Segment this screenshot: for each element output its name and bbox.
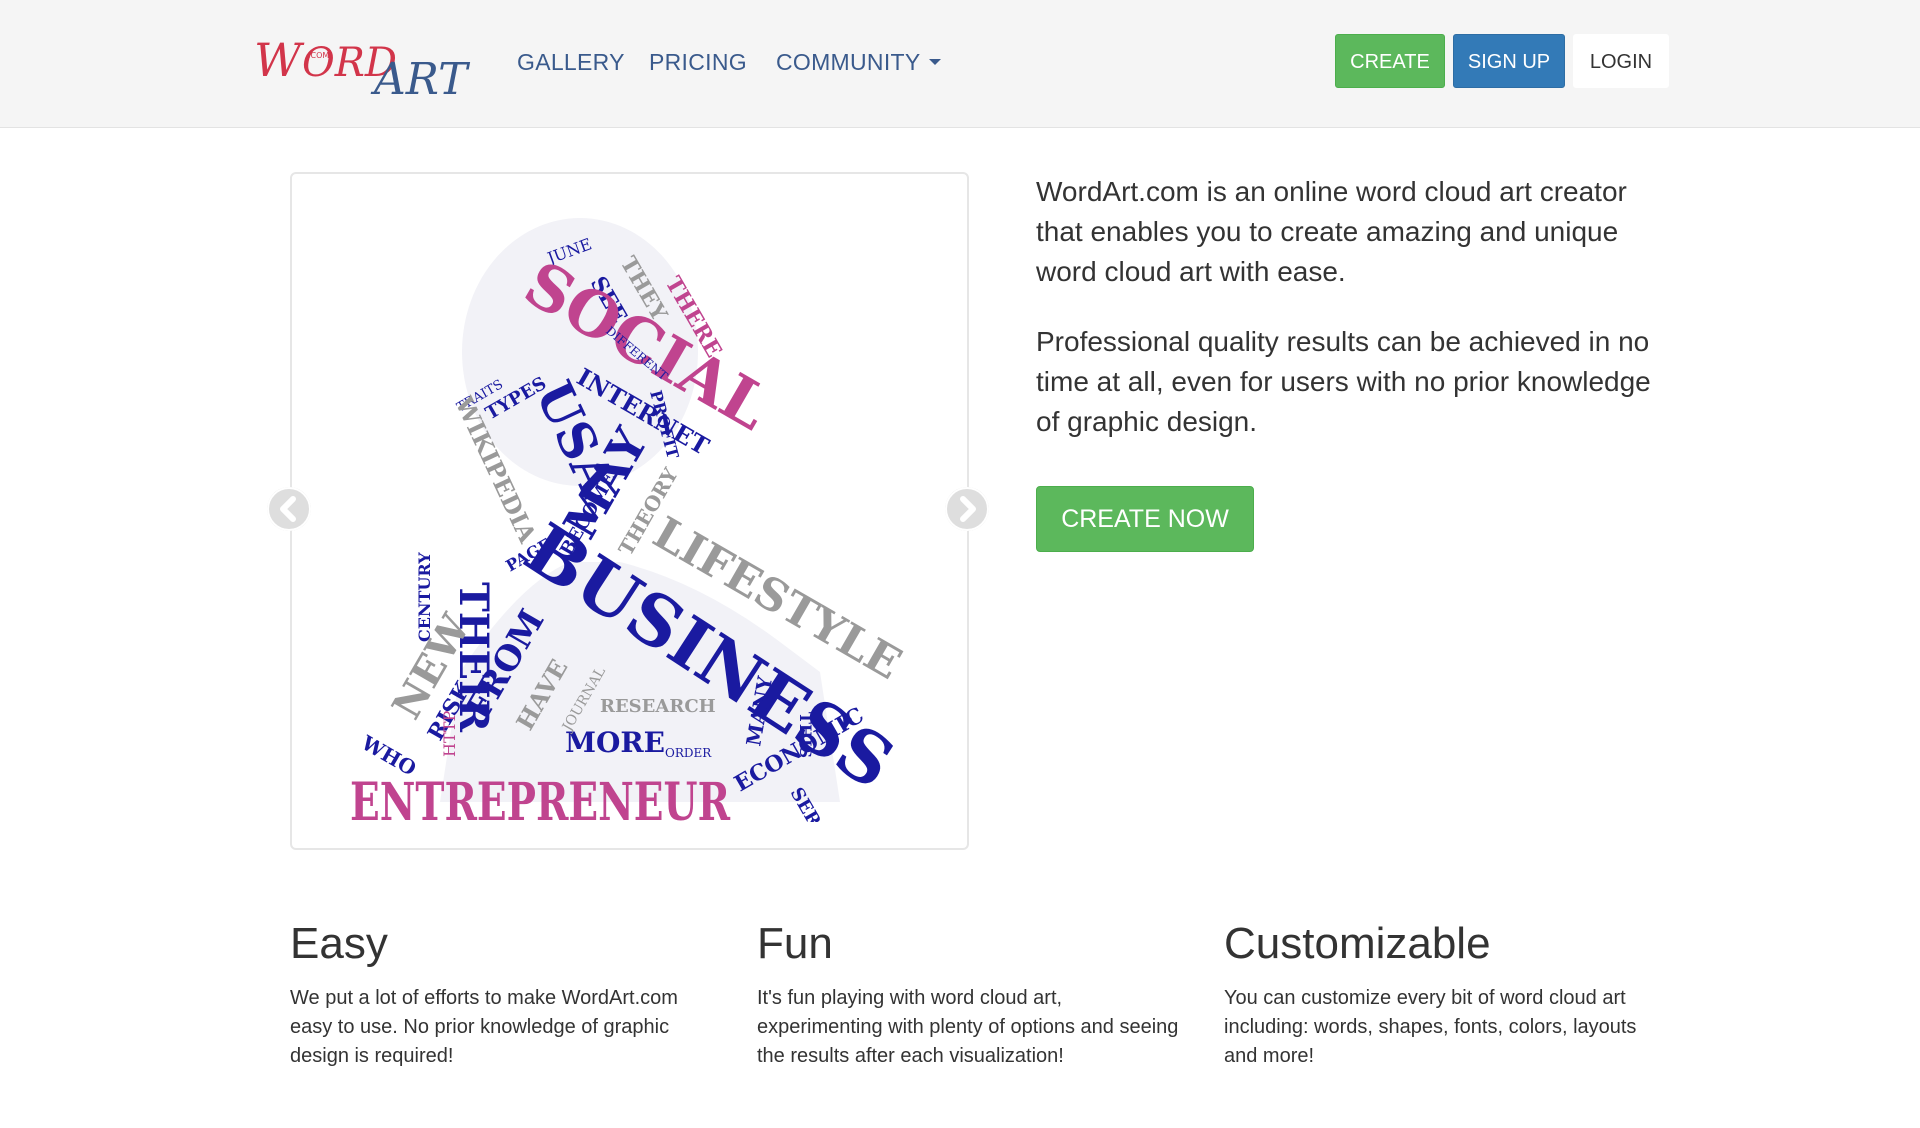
login-button[interactable]: LOGIN <box>1573 34 1669 88</box>
chevron-right-icon <box>945 487 989 531</box>
feature-description: You can customize every bit of word clou… <box>1224 987 1637 1067</box>
create-now-button[interactable]: CREATE NOW <box>1036 486 1254 552</box>
wordart-logo[interactable]: W ORD ART .COM <box>252 28 484 100</box>
feature-description: We put a lot of efforts to make WordArt.… <box>290 987 678 1067</box>
nav-pricing-link[interactable]: PRICING <box>649 48 747 76</box>
top-navbar: W ORD ART .COM GALLERY PRICING COMMUNITY… <box>0 0 1920 128</box>
feature-description: It's fun playing with word cloud art, ex… <box>757 987 1179 1067</box>
svg-text:ART: ART <box>370 54 471 100</box>
feature-title: Fun <box>757 919 833 968</box>
signup-button[interactable]: SIGN UP <box>1453 34 1565 88</box>
nav-community-label: COMMUNITY <box>776 49 921 75</box>
create-button[interactable]: CREATE <box>1335 34 1445 88</box>
cloud-word: RESEARCH <box>600 696 716 717</box>
carousel-next-button[interactable] <box>945 487 989 531</box>
svg-text:.COM: .COM <box>308 51 329 60</box>
cloud-word: MORE <box>565 726 665 759</box>
cloud-word: ORDER <box>665 746 712 760</box>
nav-community-dropdown[interactable]: COMMUNITY <box>776 48 941 76</box>
feature-title: Easy <box>290 919 388 968</box>
caret-down-icon <box>928 58 941 65</box>
cloud-word: ENTREPRENEUR <box>350 772 731 822</box>
word-art-carousel: JUNE SEE THEY THERE SOCIAL PROFIT TYPES … <box>290 172 969 850</box>
carousel-prev-button[interactable] <box>267 487 311 531</box>
cloud-word: HTTP <box>440 710 459 757</box>
cloud-word: CENTURY <box>415 552 434 642</box>
intro-paragraph-secondary: Professional quality results can be achi… <box>1036 326 1651 437</box>
feature-fun: Fun It's fun playing with word cloud art… <box>757 918 1187 1071</box>
svg-text:W: W <box>254 33 305 87</box>
intro-paragraph: WordArt.com is an online word cloud art … <box>1036 176 1627 287</box>
chevron-left-icon <box>267 487 311 531</box>
feature-title: Customizable <box>1224 919 1491 968</box>
feature-easy: Easy We put a lot of efforts to make Wor… <box>290 918 720 1071</box>
word-cloud-person-image: JUNE SEE THEY THERE SOCIAL PROFIT TYPES … <box>350 218 910 822</box>
nav-gallery-link[interactable]: GALLERY <box>517 48 625 76</box>
feature-customizable: Customizable You can customize every bit… <box>1224 918 1654 1071</box>
